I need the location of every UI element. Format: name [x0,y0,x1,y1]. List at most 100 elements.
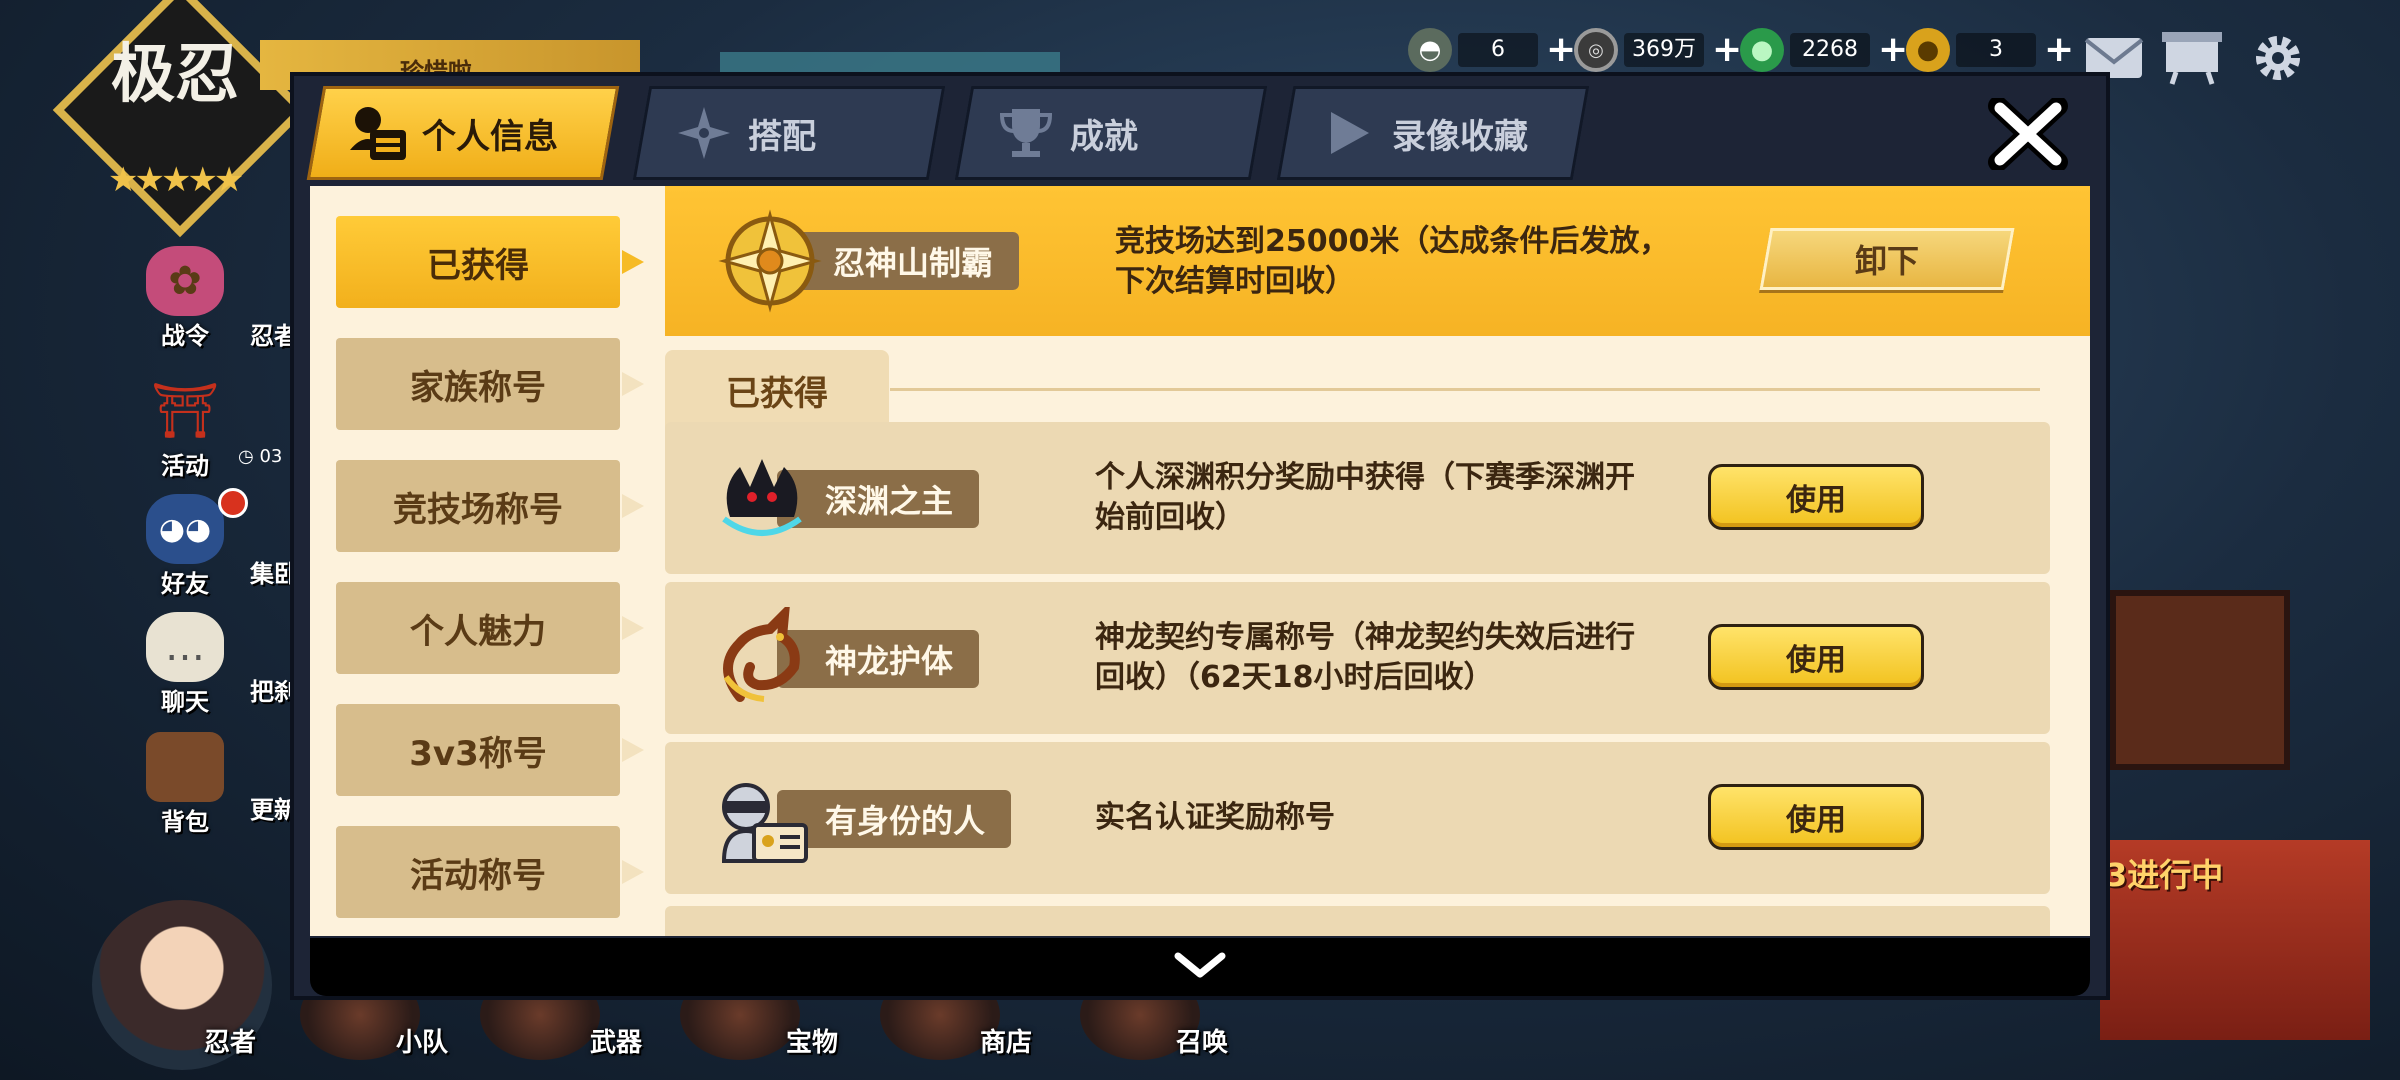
menu-activity[interactable]: ⛩ 活动 [130,376,240,481]
ninja-id-card-icon [707,764,817,874]
currency-token: ● 3 + [1906,28,2074,72]
tab-replay-favorites[interactable]: 录像收藏 [1276,86,1590,180]
title-desc: 神龙契约专属称号（神龙契约失效后进行 回收）（62天18小时后回收） [1095,618,1635,698]
currency-value: 6 [1458,33,1538,67]
flower-icon: ✿ [146,246,224,316]
bottom-shop[interactable]: 商店 [980,1022,1032,1059]
sidebar-item-label: 个人魅力 [410,611,546,652]
sidebar-pointer [622,860,644,884]
tab-personal-info[interactable]: 个人信息 [306,86,620,180]
sidebar-pointer [622,738,644,762]
event-status-text: 3进行中 [2105,856,2224,894]
add-coin-button[interactable]: + [1712,32,1742,68]
unequip-button[interactable]: 卸下 [1759,228,2015,290]
bottom-weapon[interactable]: 武器 [590,1022,642,1059]
desc-line: 个人深渊积分奖励中获得（下赛季深渊开 [1095,460,1635,495]
sidebar-item-event-title[interactable]: 活动称号 [336,826,620,918]
currency-coin: ◎ 369万 + [1574,28,1742,72]
add-rice-button[interactable]: + [1546,32,1576,68]
close-icon [1988,96,2068,174]
sidebar-pointer [622,372,644,396]
right-event-panel[interactable] [2110,590,2290,770]
tab-label: 录像收藏 [1392,116,1528,157]
activity-timer: ◷ 03 [238,446,283,467]
shuriken-icon [672,101,736,165]
title-row: 深渊之主 个人深渊积分奖励中获得（下赛季深渊开 始前回收） 使用 [665,422,2050,574]
dragon-icon [707,604,817,714]
rank-stars-icon: ★★★★★ [108,160,244,200]
currency-value: 3 [1956,33,2036,67]
use-title-button[interactable]: 使用 [1708,784,1924,850]
menu-label: 背包 [161,808,209,836]
unequip-label: 卸下 [1854,242,1919,280]
sidebar-pointer [622,616,644,640]
sidebar-pointer [622,250,644,274]
equipped-title-badge: 忍神山制霸 [715,206,1020,316]
menu-backpack[interactable]: 背包 [130,732,240,837]
rice-ball-icon: ◓ [1408,28,1452,72]
equipped-title-desc: 竞技场达到25000米（达成条件后发放， 下次结算时回收） [1115,222,1669,302]
desc-line: 下次结算时回收） [1115,264,1355,299]
use-title-button[interactable]: 使用 [1708,464,1924,530]
coin-icon: ◎ [1574,28,1618,72]
golden-shuriken-emblem-icon [715,206,825,316]
currency-gem: ● 2268 + [1740,28,1908,72]
title-row: 有身份的人 实名认证奖励称号 使用 [665,742,2050,894]
sidebar-item-family-title[interactable]: 家族称号 [336,338,620,430]
trophy-icon [994,101,1058,165]
desc-line: 实名认证奖励称号 [1095,800,1335,835]
sidebar-item-label: 3v3称号 [409,733,547,774]
scroll-down-bar[interactable] [310,938,2090,996]
title-row-partial [665,906,2050,936]
tab-label: 成就 [1070,116,1138,157]
add-gem-button[interactable]: + [1878,32,1908,68]
bottom-team[interactable]: 小队 [396,1022,448,1059]
menu-battle-pass[interactable]: ✿ 战令 [130,246,240,351]
gold-token-icon: ● [1906,28,1950,72]
add-token-button[interactable]: + [2044,32,2074,68]
tab-achievement[interactable]: 成就 [954,86,1268,180]
close-button[interactable] [1986,96,2070,174]
title-badge: 有身份的人 [707,764,1012,874]
chevron-down-icon [1172,950,1228,984]
backpack-icon [146,732,224,802]
sidebar-item-charm[interactable]: 个人魅力 [336,582,620,674]
title-badge: 神龙护体 [707,604,980,714]
play-icon [1316,101,1380,165]
desc-line: 始前回收） [1095,500,1245,535]
desc-line: 竞技场达到25000米（达成条件后发放， [1115,224,1670,259]
section-title-obtained: 已获得 [665,350,889,430]
bottom-ninja[interactable]: 忍者 [204,1022,256,1059]
title-badge: 深渊之主 [707,444,980,554]
menu-label: 战令 [161,322,209,350]
sidebar-item-label: 家族称号 [410,367,546,408]
sidebar-item-arena-title[interactable]: 竞技场称号 [336,460,620,552]
title-row: 神龙护体 神龙契约专属称号（神龙契约失效后进行 回收）（62天18小时后回收） … [665,582,2050,734]
tab-outfit[interactable]: 搭配 [632,86,946,180]
use-title-button[interactable]: 使用 [1708,624,1924,690]
bottom-treasure[interactable]: 宝物 [786,1022,838,1059]
sidebar-item-obtained[interactable]: 已获得 [336,216,620,308]
sidebar-pointer [622,494,644,518]
menu-chat[interactable]: … 聊天 [130,612,240,717]
sidebar-item-label: 竞技场称号 [393,489,563,530]
currency-rice: ◓ 6 + [1408,28,1576,72]
menu-label: 活动 [161,452,209,480]
tab-label: 搭配 [748,116,816,157]
menu-label: 聊天 [161,688,209,716]
sidebar-item-label: 活动称号 [410,855,546,896]
bottom-summon[interactable]: 召唤 [1176,1022,1228,1059]
chat-bubble-icon: … [146,612,224,682]
profile-card-icon [346,101,410,165]
timer-text: 03 [259,446,283,467]
equipped-title-row: 忍神山制霸 竞技场达到25000米（达成条件后发放， 下次结算时回收） 卸下 [665,186,2090,336]
ninja-friend-icon: ◕◕ [146,494,224,564]
sidebar-item-label: 已获得 [427,245,529,286]
desc-line: 回收）（62天18小时后回收） [1095,660,1494,695]
sidebar-item-3v3-title[interactable]: 3v3称号 [336,704,620,796]
currency-value: 2268 [1790,33,1870,67]
settings-gear-icon[interactable] [2244,30,2312,86]
desc-line: 神龙契约专属称号（神龙契约失效后进行 [1095,620,1635,655]
currency-value: 369万 [1624,33,1704,67]
notice-board-icon[interactable] [2158,30,2226,86]
